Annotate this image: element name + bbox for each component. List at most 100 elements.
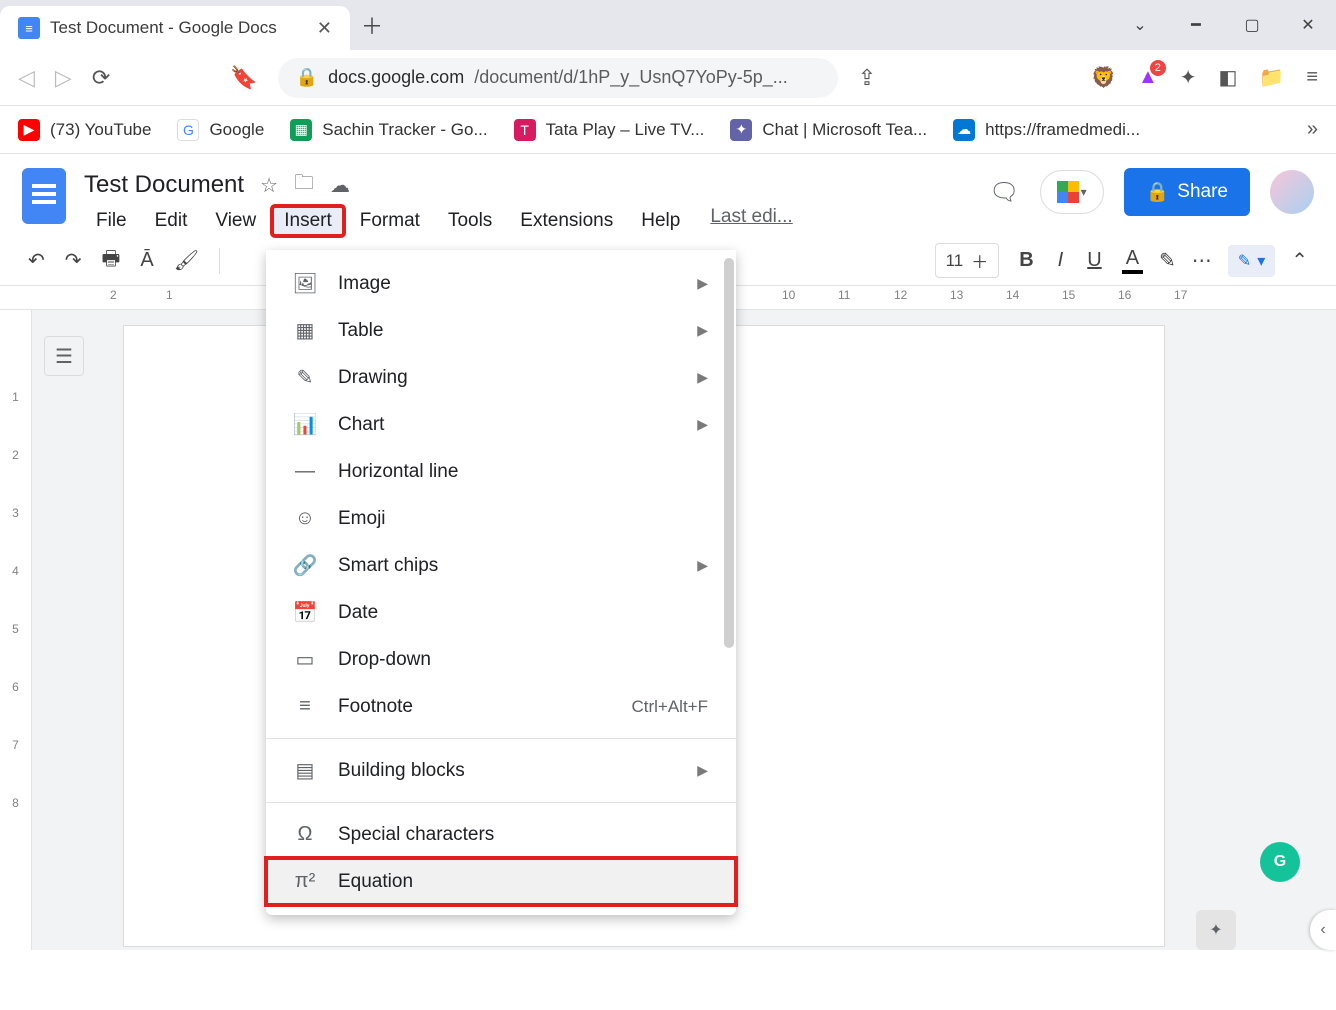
menu-file[interactable]: File (84, 206, 139, 236)
scrollbar[interactable] (724, 258, 734, 648)
insert-menu-dropdown: 🖼Image▶▦Table▶✎Drawing▶📊Chart▶—Horizonta… (266, 250, 736, 915)
menu-bar: FileEditViewInsertFormatToolsExtensionsH… (84, 206, 793, 236)
browser-tab[interactable]: ≡ Test Document - Google Docs ✕ (0, 6, 350, 50)
bookmark-item[interactable]: ✦Chat | Microsoft Tea... (730, 119, 927, 141)
highlight-icon[interactable]: ✎ (1159, 248, 1176, 273)
insert-chart[interactable]: 📊Chart▶ (266, 401, 736, 448)
bookmark-item[interactable]: ☁https://framedmedi... (953, 119, 1140, 141)
bold-button[interactable]: B (1015, 249, 1037, 272)
bookmark-label: Google (209, 120, 264, 140)
nav-back-icon[interactable]: ◁ (18, 65, 35, 91)
menu-item-icon: ≡ (294, 695, 316, 718)
docs-logo-icon[interactable] (22, 168, 66, 224)
menu-insert[interactable]: Insert (272, 206, 344, 236)
insert-building-blocks[interactable]: ▤Building blocks▶ (266, 747, 736, 794)
minimize-icon[interactable]: ━ (1168, 0, 1224, 50)
insert-special-characters[interactable]: ΩSpecial characters (266, 811, 736, 858)
menu-edit[interactable]: Edit (143, 206, 200, 236)
window-controls: ⌄ ━ ▢ ✕ (1112, 0, 1336, 50)
bookmark-favicon: ✦ (730, 119, 752, 141)
paint-format-icon[interactable]: 🖌 (174, 248, 199, 273)
extensions-icon[interactable]: ✦ (1180, 65, 1197, 90)
bookmark-label: https://framedmedi... (985, 120, 1140, 140)
share-url-icon[interactable]: ⇪ (858, 65, 876, 91)
tab-title: Test Document - Google Docs (50, 18, 307, 38)
insert-emoji[interactable]: ☺Emoji (266, 495, 736, 542)
document-title[interactable]: Test Document (84, 171, 244, 199)
reload-icon[interactable]: ⟳ (92, 65, 110, 91)
insert-date[interactable]: 📅Date (266, 589, 736, 636)
wallet-icon[interactable]: 📁 (1259, 65, 1284, 90)
menu-item-label: Footnote (338, 696, 413, 718)
redo-icon[interactable]: ↷ (65, 248, 82, 273)
bookmark-label: Tata Play – Live TV... (546, 120, 705, 140)
meet-button[interactable]: ▾ (1040, 170, 1104, 214)
chevron-down-icon[interactable]: ⌄ (1112, 0, 1168, 50)
close-tab-icon[interactable]: ✕ (317, 18, 332, 39)
more-icon[interactable]: ⋯ (1192, 248, 1212, 273)
underline-button[interactable]: U (1083, 249, 1105, 272)
menu-item-icon: π² (294, 870, 316, 893)
new-tab-button[interactable]: ＋ (350, 0, 394, 50)
menu-item-label: Special characters (338, 824, 494, 846)
close-window-icon[interactable]: ✕ (1280, 0, 1336, 50)
menu-extensions[interactable]: Extensions (508, 206, 625, 236)
nav-forward-icon[interactable]: ▷ (55, 65, 72, 91)
menu-item-icon: ☺ (294, 507, 316, 530)
maximize-icon[interactable]: ▢ (1224, 0, 1280, 50)
insert-table[interactable]: ▦Table▶ (266, 307, 736, 354)
menu-format[interactable]: Format (348, 206, 432, 236)
bookmark-item[interactable]: ▶(73) YouTube (18, 119, 151, 141)
sidepanel-icon[interactable]: ◧ (1219, 65, 1238, 90)
insert-smart-chips[interactable]: 🔗Smart chips▶ (266, 542, 736, 589)
insert-drop-down[interactable]: ▭Drop-down (266, 636, 736, 683)
move-icon[interactable]: 🗀 (294, 168, 314, 202)
submenu-arrow-icon: ▶ (697, 557, 708, 574)
share-label: Share (1177, 181, 1228, 203)
bookmark-label: Sachin Tracker - Go... (322, 120, 487, 140)
insert-image[interactable]: 🖼Image▶ (266, 260, 736, 307)
insert-drawing[interactable]: ✎Drawing▶ (266, 354, 736, 401)
bookmark-item[interactable]: TTata Play – Live TV... (514, 119, 705, 141)
brave-shield-icon[interactable]: 🦁 (1091, 65, 1116, 90)
bookmarks-overflow-icon[interactable]: » (1307, 118, 1318, 141)
collapse-icon[interactable]: ⌃ (1291, 248, 1308, 273)
insert-footnote[interactable]: ≡FootnoteCtrl+Alt+F (266, 683, 736, 730)
italic-button[interactable]: I (1054, 249, 1068, 272)
last-edit-link[interactable]: Last edi... (710, 206, 792, 236)
cloud-status-icon[interactable]: ☁ (330, 173, 350, 198)
menu-item-icon: ▤ (294, 758, 316, 783)
font-size-control[interactable]: 11 ＋ (935, 243, 1000, 278)
account-avatar[interactable] (1270, 170, 1314, 214)
comments-icon[interactable]: 🗨 (989, 178, 1019, 207)
editing-mode-button[interactable]: ✎ ▾ (1228, 245, 1275, 277)
bookmark-item[interactable]: ▦Sachin Tracker - Go... (290, 119, 487, 141)
menu-item-label: Table (338, 320, 383, 342)
grammarly-icon[interactable]: G (1260, 842, 1300, 882)
undo-icon[interactable]: ↶ (28, 248, 45, 273)
vertical-ruler[interactable]: 12345678 (0, 310, 32, 950)
insert-horizontal-line[interactable]: —Horizontal line (266, 448, 736, 495)
menu-item-icon: — (294, 460, 316, 483)
menu-view[interactable]: View (203, 206, 268, 236)
menu-icon[interactable]: ≡ (1306, 66, 1318, 89)
menu-item-label: Image (338, 273, 391, 295)
share-button[interactable]: 🔒 Share (1124, 168, 1250, 216)
url-field[interactable]: 🔒 docs.google.com/document/d/1hP_y_UsnQ7… (278, 58, 838, 98)
caret-down-icon: ▾ (1081, 185, 1087, 199)
submenu-arrow-icon: ▶ (697, 762, 708, 779)
star-icon[interactable]: ☆ (260, 173, 278, 198)
insert-equation[interactable]: π²Equation (266, 858, 736, 905)
explore-button[interactable]: ✦ (1196, 910, 1236, 950)
print-icon[interactable]: 🖶 (102, 244, 121, 278)
menu-help[interactable]: Help (629, 206, 692, 236)
outline-toggle-button[interactable]: ☰ (44, 336, 84, 376)
brave-rewards-icon[interactable]: ▲ (1138, 66, 1158, 89)
bookmark-icon[interactable]: 🔖 (230, 65, 257, 91)
menu-item-icon: 📅 (294, 600, 316, 625)
spellcheck-icon[interactable]: Ᾱ (140, 249, 153, 272)
text-color-button[interactable]: A (1122, 247, 1143, 274)
bookmark-item[interactable]: GGoogle (177, 119, 264, 141)
plus-icon[interactable]: ＋ (971, 248, 988, 273)
menu-tools[interactable]: Tools (436, 206, 504, 236)
